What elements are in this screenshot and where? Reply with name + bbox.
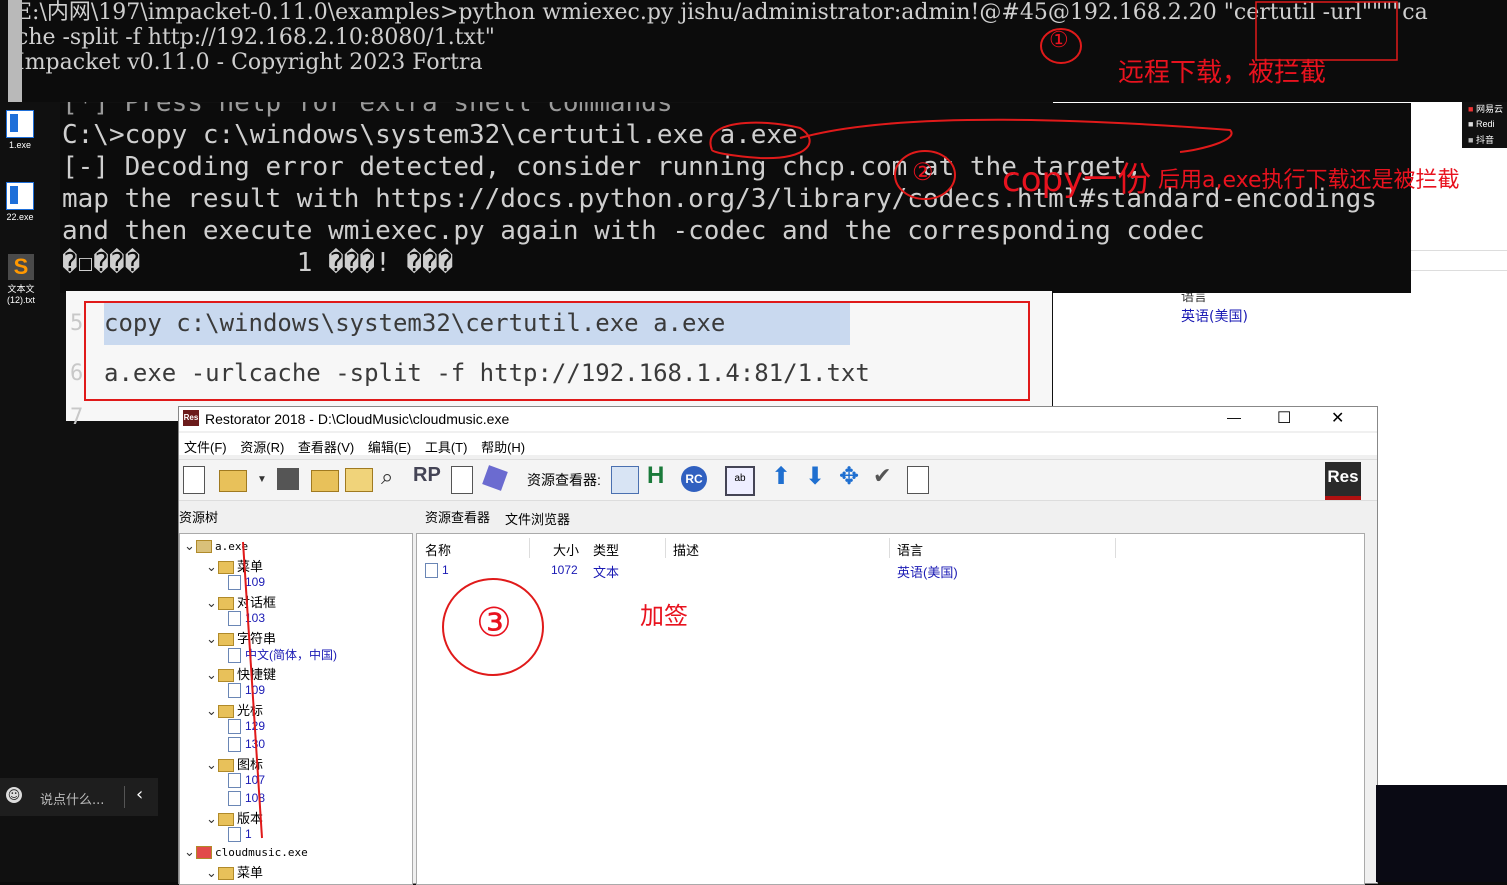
annotation-text-sign: 加签 <box>640 602 688 630</box>
annotation-layer <box>242 1 1398 839</box>
annotation-number-1: ① <box>1049 28 1069 53</box>
annotation-arrow-2 <box>242 541 263 839</box>
annotation-circle-aexe <box>709 121 811 160</box>
annotation-arrow-1 <box>799 118 1233 153</box>
annotation-text-still-blocked: 后用a,exe执行下载还是被拦截 <box>1158 168 1460 193</box>
annotation-text-remote-download: 远程下载，被拦截 <box>1118 58 1327 88</box>
annotation-number-2: ② <box>912 158 934 186</box>
annotation-text-copy: copy一份 <box>1002 160 1152 200</box>
annotation-number-3: ③ <box>476 600 512 646</box>
